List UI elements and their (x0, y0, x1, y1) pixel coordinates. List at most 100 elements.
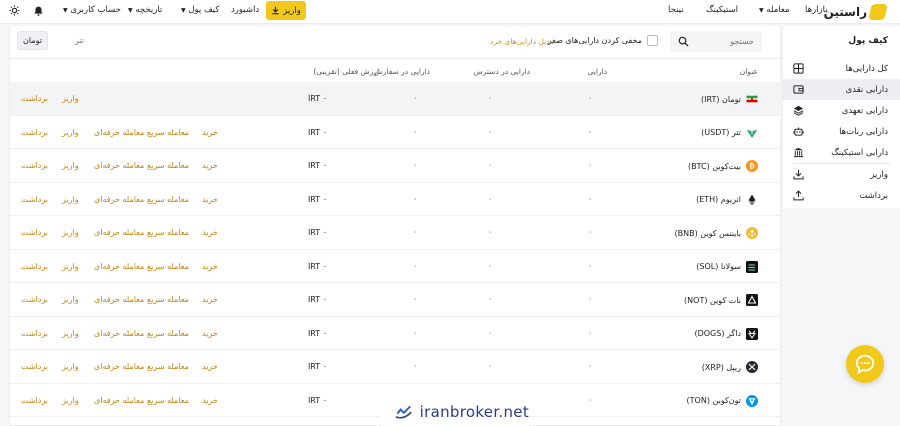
withdraw-link[interactable]: برداشت (21, 295, 48, 304)
value-irt: IRT ۰ (307, 194, 327, 204)
deposit-link[interactable]: واریز (62, 329, 79, 338)
nav-wallet[interactable]: ▼ کیف پول (178, 5, 219, 15)
deposit-link[interactable]: واریز (62, 262, 79, 271)
withdraw-link[interactable]: برداشت (21, 262, 48, 271)
pro-trade-link[interactable]: معامله حرفه‌ای (94, 362, 144, 371)
withdraw-link[interactable]: برداشت (21, 228, 48, 237)
quick-trade-link[interactable]: معامله سریع (147, 396, 189, 405)
deposit-link[interactable]: واریز (62, 128, 79, 137)
watermark: iranbroker.net (381, 398, 529, 426)
tab-tether[interactable]: تتر (70, 32, 89, 49)
withdraw-link[interactable]: برداشت (21, 362, 48, 371)
buy-link[interactable]: خرید (202, 128, 218, 137)
deposit-link[interactable]: واریز (62, 396, 79, 405)
deposit-link[interactable]: واریز (62, 94, 79, 103)
sidebar-item-deposit[interactable]: واریز (783, 164, 900, 185)
search-box[interactable] (670, 31, 762, 52)
buy-link[interactable]: خرید (202, 362, 218, 371)
deposit-link[interactable]: واریز (62, 362, 79, 371)
withdraw-link[interactable]: برداشت (21, 396, 48, 405)
pro-trade-link[interactable]: معامله حرفه‌ای (94, 128, 144, 137)
balance-value: ۰ (588, 127, 592, 136)
sidebar: کیف پول کل دارایی‌ها دارایی نقدی دارایی … (782, 26, 900, 208)
buy-link[interactable]: خرید (202, 228, 218, 237)
deposit-link[interactable]: واریز (62, 228, 79, 237)
brand-logo[interactable]: راستین (823, 3, 888, 21)
asset-name-cell: نات کوین (NOT) (684, 294, 758, 306)
search-input[interactable] (694, 37, 754, 46)
convert-small-assets-link[interactable]: تبدیل دارایی‌های خرد (490, 37, 555, 46)
buy-link[interactable]: خرید (202, 161, 218, 170)
asset-name-cell: داگز (DOGS) (694, 327, 758, 340)
withdraw-link[interactable]: برداشت (21, 329, 48, 338)
quick-trade-link[interactable]: معامله سریع (147, 295, 189, 304)
support-chat-button[interactable] (846, 345, 884, 383)
hide-zero-checkbox[interactable] (647, 35, 658, 46)
nav-history[interactable]: ▼ تاریخچه (125, 5, 162, 15)
buy-link[interactable]: خرید (202, 262, 218, 271)
withdraw-link[interactable]: برداشت (21, 161, 48, 170)
withdraw-link[interactable]: برداشت (21, 128, 48, 137)
sidebar-item-bot-assets[interactable]: دارایی ربات‌ها (783, 121, 900, 142)
layers-icon (793, 105, 804, 116)
asset-name: تتر (USDT) (701, 128, 741, 137)
download-icon (793, 169, 804, 180)
watermark-logo-icon (395, 405, 412, 419)
bell-icon[interactable] (33, 5, 44, 17)
pro-trade-link[interactable]: معامله حرفه‌ای (94, 161, 144, 170)
deposit-link[interactable]: واریز (62, 295, 79, 304)
theme-toggle-icon[interactable] (9, 5, 20, 16)
quick-trade-link[interactable]: معامله سریع (147, 362, 189, 371)
available-value: ۰ (488, 94, 492, 102)
nav-staking[interactable]: استیکینگ (706, 5, 738, 15)
sidebar-item-margin-assets[interactable]: دارایی تعهدی (783, 100, 900, 121)
tab-toman[interactable]: تومان (17, 31, 48, 50)
quick-trade-link[interactable]: معامله سریع (147, 329, 189, 338)
pro-trade-link[interactable]: معامله حرفه‌ای (94, 329, 144, 338)
withdraw-link[interactable]: برداشت (21, 195, 48, 204)
svg-text:₿: ₿ (749, 163, 755, 171)
quick-trade-link[interactable]: معامله سریع (147, 195, 189, 204)
buy-link[interactable]: خرید (202, 396, 218, 405)
buy-link[interactable]: خرید (202, 295, 218, 304)
pro-trade-link[interactable]: معامله حرفه‌ای (94, 295, 144, 304)
chat-bubble-icon (855, 354, 875, 374)
deposit-link[interactable]: واریز (62, 195, 79, 204)
nav-markets[interactable]: بازارها (805, 5, 828, 15)
table-row: سولانا (SOL) ۰ ۰ ۰ IRT ۰ خرید معامله سریع معامل… (10, 250, 782, 283)
deposit-link[interactable]: واریز (62, 161, 79, 170)
balance-value: ۰ (588, 161, 592, 169)
sidebar-item-staking-assets[interactable]: دارایی استیکینگ (783, 142, 900, 163)
pro-trade-link[interactable]: معامله حرفه‌ای (94, 262, 144, 271)
nav-ninja[interactable]: نینجا (668, 5, 684, 15)
deposit-button[interactable]: واریز (266, 1, 306, 20)
pro-trade-link[interactable]: معامله حرفه‌ای (94, 396, 144, 405)
nav-dashboard[interactable]: داشبورد (231, 5, 259, 15)
available-value: ۰ (488, 261, 492, 270)
nav-trade[interactable]: ▼ معامله (756, 5, 790, 15)
column-header-name: عنوان (739, 67, 758, 76)
quick-trade-link[interactable]: معامله سریع (147, 128, 189, 137)
quick-trade-link[interactable]: معامله سریع (147, 228, 189, 237)
sidebar-item-all-assets[interactable]: کل دارایی‌ها (783, 58, 900, 79)
pro-trade-link[interactable]: معامله حرفه‌ای (94, 195, 144, 204)
quick-trade-link[interactable]: معامله سریع (147, 161, 189, 170)
brand-name: راستین (823, 5, 867, 19)
pro-trade-link[interactable]: معامله حرفه‌ای (94, 228, 144, 237)
buy-link[interactable]: خرید (202, 195, 218, 204)
buy-link[interactable]: خرید (202, 329, 218, 338)
value-irt: IRT ۰ (307, 328, 327, 338)
asset-name: بیت‌کوین (BTC) (687, 161, 741, 171)
deposit-button-label: واریز (283, 5, 301, 16)
nav-account[interactable]: ▼ حساب کاربری (60, 5, 121, 15)
available-value: ۰ (488, 161, 492, 169)
sidebar-item-withdraw[interactable]: برداشت (783, 185, 900, 206)
sidebar-item-cash-assets[interactable]: دارایی نقدی (783, 79, 900, 100)
hide-zero-toggle[interactable]: مخفی کردن دارایی‌های صفر (548, 35, 658, 46)
withdraw-link[interactable]: برداشت (21, 94, 48, 103)
sidebar-item-label: دارایی استیکینگ (831, 147, 888, 158)
sidebar-title: کیف پول (848, 36, 888, 46)
sidebar-item-label: برداشت (859, 190, 888, 201)
quick-trade-link[interactable]: معامله سریع (147, 262, 189, 271)
dogs-icon (746, 327, 758, 340)
